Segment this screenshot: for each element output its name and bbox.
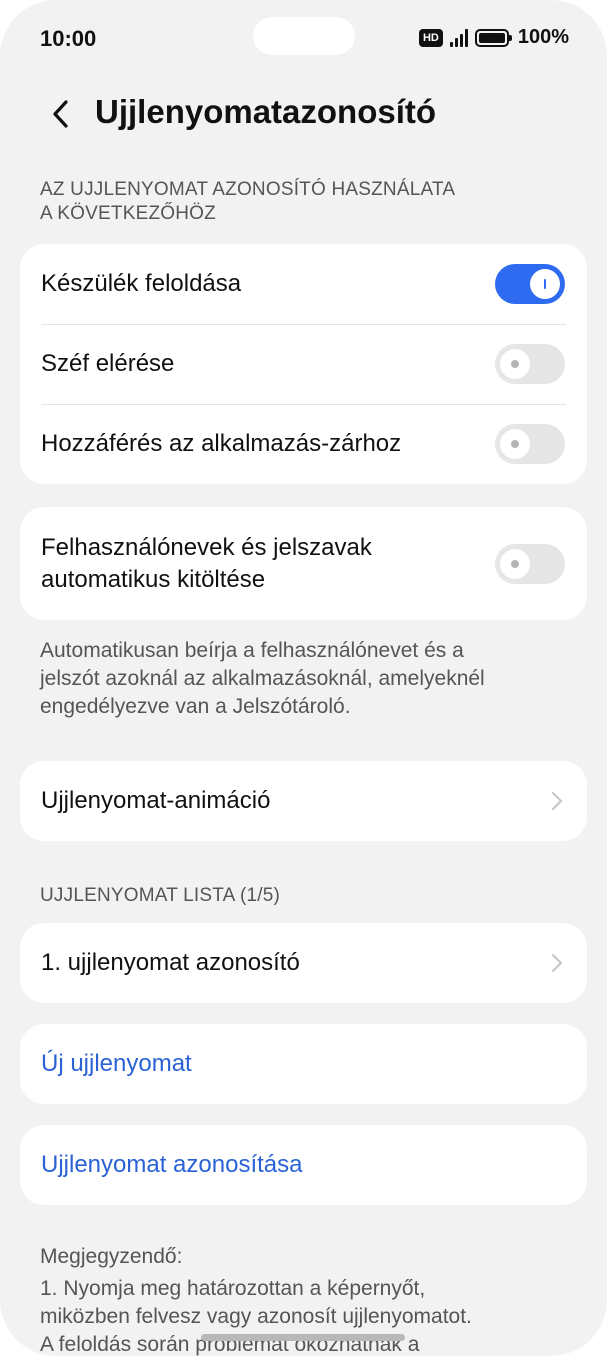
autofill-description: Automatikusan beírja a felhasználónevet …	[40, 637, 570, 721]
identify-fingerprint-label: Ujjlenyomat azonosítása	[41, 1151, 303, 1178]
row-fingerprint-1[interactable]: 1. ujjlenyomat azonosító	[20, 923, 587, 1003]
row-label: Készülék feloldása	[41, 270, 242, 297]
row-device-unlock[interactable]: Készülék feloldása	[20, 244, 587, 324]
row-label: Széf elérése	[41, 350, 175, 377]
row-label: Hozzáférés az alkalmazás-zárhoz	[41, 430, 402, 457]
page-title: Ujjlenyomatazonosító	[95, 93, 437, 130]
row-safe-access[interactable]: Széf elérése	[20, 324, 587, 404]
notes-line2: miközben felvesz vagy azonosít ujjlenyom…	[40, 1305, 472, 1328]
autofill-description-line1: Automatikusan beírja a felhasználónevet …	[40, 639, 464, 662]
hd-icon: HD	[418, 28, 443, 47]
toggle-knob	[530, 269, 560, 299]
home-indicator[interactable]	[201, 1334, 405, 1341]
header: Ujjlenyomatazonosító	[0, 80, 607, 144]
signal-icon	[449, 28, 468, 47]
device-unlock-toggle[interactable]	[495, 264, 565, 304]
autofill-label-line1: Felhasználónevek és jelszavak	[41, 533, 372, 561]
row-label: 1. ujjlenyomat azonosító	[41, 949, 300, 976]
animation-card: Ujjlenyomat-animáció	[20, 761, 587, 841]
autofill-card: Felhasználónevek és jelszavak automatiku…	[20, 507, 587, 620]
usage-card: Készülék feloldása Széf elérése Hozzáfér…	[20, 244, 587, 484]
new-fingerprint-label: Új ujjlenyomat	[41, 1050, 192, 1077]
row-autofill[interactable]: Felhasználónevek és jelszavak automatiku…	[20, 507, 587, 620]
back-button[interactable]	[36, 90, 84, 138]
fingerprint-list-title: UJJLENYOMAT LISTA (1/5)	[40, 885, 281, 906]
fingerprint-list-card: 1. ujjlenyomat azonosító	[20, 923, 587, 1003]
toggle-knob	[500, 548, 530, 579]
app-lock-toggle[interactable]	[495, 424, 565, 464]
new-fingerprint-button[interactable]: Új ujjlenyomat	[20, 1024, 587, 1104]
toggle-knob	[500, 349, 530, 379]
status-icons: HD 100%	[418, 26, 569, 49]
row-app-lock[interactable]: Hozzáférés az alkalmazás-zárhoz	[20, 404, 587, 484]
notes-title: Megjegyzendő:	[40, 1245, 183, 1268]
settings-screen: 10:00 HD 100% Ujjlenyomatazonosító AZ UJ…	[0, 0, 607, 1356]
notes-line1: 1. Nyomja meg határozottan a képernyőt,	[40, 1277, 426, 1300]
row-fingerprint-animation[interactable]: Ujjlenyomat-animáció	[20, 761, 587, 841]
chevron-right-icon	[552, 954, 562, 972]
autofill-label: Felhasználónevek és jelszavak automatiku…	[41, 532, 495, 596]
autofill-label-line2: automatikus kitöltése	[41, 565, 266, 593]
new-fingerprint-card: Új ujjlenyomat	[20, 1024, 587, 1104]
chevron-right-icon	[552, 792, 562, 810]
row-label: Ujjlenyomat-animáció	[41, 787, 271, 814]
autofill-description-line2: jelszót azoknál az alkalmazásoknál, amel…	[40, 667, 485, 690]
battery-icon	[474, 28, 512, 47]
chevron-left-icon	[53, 100, 68, 128]
status-bar: 10:00 HD 100%	[0, 0, 607, 78]
safe-access-toggle[interactable]	[495, 344, 565, 384]
usage-section-title: AZ UJJLENYOMAT AZONOSÍTÓ HASZNÁLATA A KÖ…	[40, 178, 455, 226]
battery-level: 100%	[517, 26, 569, 48]
usage-section-title-line2: A KÖVETKEZŐHÖZ	[40, 203, 216, 224]
identify-fingerprint-card: Ujjlenyomat azonosítása	[20, 1125, 587, 1205]
autofill-toggle[interactable]	[495, 543, 565, 584]
identify-fingerprint-button[interactable]: Ujjlenyomat azonosítása	[20, 1125, 587, 1205]
usage-section-title-line1: AZ UJJLENYOMAT AZONOSÍTÓ HASZNÁLATA	[40, 179, 456, 200]
toggle-knob	[500, 429, 530, 459]
autofill-description-line3: engedélyezve van a Jelszótároló.	[40, 695, 351, 718]
status-time: 10:00	[40, 26, 97, 51]
camera-cutout	[253, 17, 355, 55]
